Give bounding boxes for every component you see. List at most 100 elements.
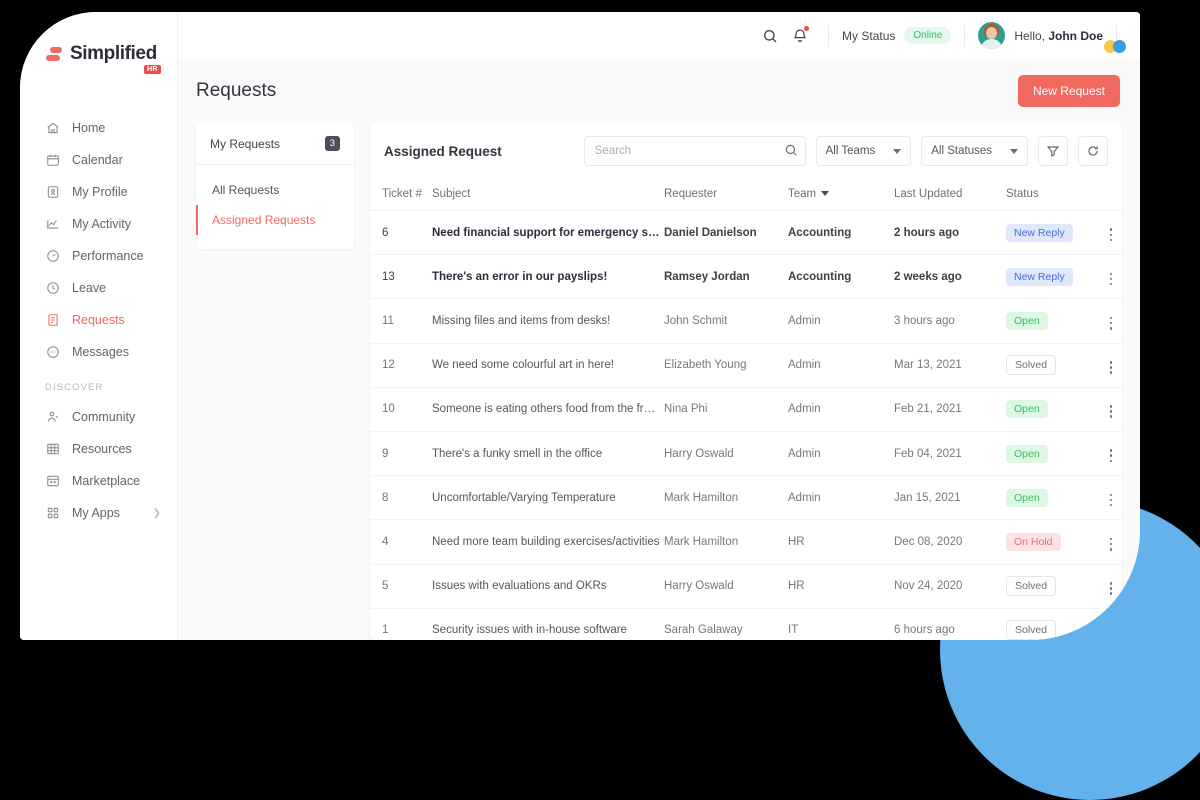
status-badge: Solved	[1006, 620, 1057, 640]
cell-status: Solved	[1006, 343, 1094, 388]
greeting-text: Hello,	[1014, 28, 1049, 43]
new-request-button[interactable]: New Request	[1017, 75, 1120, 107]
cell-subject[interactable]: Someone is eating others food from the f…	[432, 387, 664, 432]
cell-subject[interactable]: There's a funky smell in the office	[432, 431, 664, 477]
row-menu-icon[interactable]	[1108, 536, 1115, 553]
status-filter-select[interactable]: All Statuses	[921, 136, 1028, 166]
column-header-requester[interactable]: Requester	[664, 179, 788, 211]
row-menu-icon[interactable]	[1108, 359, 1115, 376]
table-row[interactable]: 5 Issues with evaluations and OKRs Harry O…	[370, 564, 1122, 609]
table-row[interactable]: 10 Someone is eating others food from the…	[370, 387, 1122, 432]
row-menu-icon[interactable]	[1108, 447, 1115, 464]
table-row[interactable]: 9 There's a funky smell in the office Harr…	[370, 431, 1122, 477]
gauge-icon	[45, 249, 60, 264]
cell-subject[interactable]: Uncomfortable/Varying Temperature	[432, 475, 664, 521]
sidebar-item-my-activity[interactable]: My Activity	[20, 208, 177, 240]
requests-subnav: My Requests 3 All Requests Assigned Requ…	[196, 123, 354, 640]
sidebar-item-leave[interactable]: Leave	[20, 272, 177, 304]
sidebar-item-calendar[interactable]: Calendar	[20, 144, 177, 176]
refresh-icon[interactable]	[1078, 136, 1108, 166]
cell-actions	[1094, 343, 1122, 388]
cell-status: On Hold	[1006, 519, 1094, 565]
my-requests-count-badge: 3	[324, 136, 340, 151]
row-menu-icon[interactable]	[1108, 403, 1115, 420]
table-row[interactable]: 4 Need more team building exercises/activ…	[370, 519, 1122, 565]
cell-subject[interactable]: Security issues with in-house software	[432, 608, 664, 640]
column-header-last-updated[interactable]: Last Updated	[894, 179, 1006, 211]
subnav-item-all-requests[interactable]: All Requests	[196, 175, 354, 205]
table-row[interactable]: 11 Missing files and items from desks! Joh…	[370, 298, 1122, 344]
notification-bell-icon[interactable]	[785, 21, 815, 51]
subnav-item-assigned-requests[interactable]: Assigned Requests	[196, 205, 354, 235]
activity-chart-icon	[45, 217, 60, 232]
status-badge: Open	[1006, 488, 1048, 507]
sidebar-item-resources[interactable]: Resources	[20, 433, 177, 465]
column-header-subject[interactable]: Subject	[432, 179, 664, 211]
chevron-down-icon	[1010, 148, 1018, 154]
column-header-ticket[interactable]: Ticket #	[370, 179, 432, 211]
cell-last-updated: 3 hours ago	[894, 298, 1006, 344]
table-row[interactable]: 1 Security issues with in-house software S…	[370, 608, 1122, 640]
sidebar-item-label: My Apps	[72, 506, 120, 520]
table-row[interactable]: 13 There's an error in our payslips! Ramse…	[370, 254, 1122, 300]
cell-actions	[1094, 298, 1122, 344]
table-row[interactable]: 12 We need some colourful art in here! Eli…	[370, 343, 1122, 388]
avatar	[978, 22, 1006, 49]
sidebar-item-my-profile[interactable]: My Profile	[20, 176, 177, 208]
funnel-filter-icon[interactable]	[1038, 136, 1068, 166]
sidebar-item-marketplace[interactable]: Marketplace	[20, 465, 177, 497]
cell-last-updated: Jan 15, 2021	[894, 475, 1006, 521]
sidebar-item-label: My Profile	[72, 185, 128, 199]
row-menu-icon[interactable]	[1108, 580, 1115, 597]
table-scroll-region[interactable]: Ticket # Subject Requester Team Last Upd…	[370, 179, 1122, 640]
cell-requester: Sarah Galaway	[664, 608, 788, 640]
cell-ticket: 8	[370, 475, 432, 521]
search-icon[interactable]	[784, 143, 798, 162]
cell-subject[interactable]: Issues with evaluations and OKRs	[432, 564, 664, 609]
table-row[interactable]: 8 Uncomfortable/Varying Temperature Mark H…	[370, 475, 1122, 521]
sidebar-item-messages[interactable]: Messages	[20, 336, 177, 368]
column-header-team[interactable]: Team	[788, 179, 894, 211]
sidebar-item-label: Community	[72, 410, 136, 424]
cell-ticket: 1	[370, 608, 432, 640]
sidebar-item-label: Performance	[72, 249, 144, 263]
sidebar-item-performance[interactable]: Performance	[20, 240, 177, 272]
cell-requester: Mark Hamilton	[664, 475, 788, 521]
row-menu-icon[interactable]	[1108, 226, 1115, 243]
table-title: Assigned Request	[384, 143, 502, 159]
search-input[interactable]	[583, 136, 806, 166]
cell-requester: Nina Phi	[664, 387, 788, 432]
cell-status: Open	[1006, 431, 1094, 477]
brand-logo[interactable]: Simplified HR	[20, 34, 177, 74]
column-header-status[interactable]: Status	[1006, 179, 1094, 211]
status-badge: Open	[1006, 444, 1048, 463]
sidebar-item-home[interactable]: Home	[20, 112, 177, 144]
row-menu-icon[interactable]	[1108, 271, 1115, 288]
cell-team: HR	[788, 519, 894, 565]
cell-subject[interactable]: Need financial support for emergency s…	[432, 210, 664, 256]
row-menu-icon[interactable]	[1108, 492, 1115, 509]
table-row[interactable]: 6 Need financial support for emergency s……	[370, 210, 1122, 256]
team-filter-select[interactable]: All Teams	[815, 136, 912, 166]
my-status[interactable]: My Status Online	[842, 27, 952, 44]
sidebar-item-requests[interactable]: Requests	[20, 304, 177, 336]
column-header-team-label: Team	[788, 188, 817, 200]
apps-grid-icon	[45, 506, 60, 521]
cell-subject[interactable]: Missing files and items from desks!	[432, 298, 664, 344]
search-icon[interactable]	[755, 21, 785, 51]
cell-last-updated: 2 hours ago	[894, 210, 1006, 256]
sidebar-item-community[interactable]: Community	[20, 401, 177, 433]
sidebar-nav: Home Calendar My Profile My Activity Per…	[20, 112, 177, 529]
user-menu[interactable]: Hello, John Doe	[978, 22, 1103, 49]
subnav-item-my-requests[interactable]: My Requests 3	[196, 123, 354, 165]
status-badge: Open	[1006, 311, 1048, 330]
cell-team: Admin	[788, 475, 894, 521]
cell-subject[interactable]: There's an error in our payslips!	[432, 254, 664, 300]
cell-actions	[1094, 254, 1122, 300]
row-menu-icon[interactable]	[1108, 315, 1115, 332]
cell-status: New Reply	[1006, 210, 1094, 256]
cell-requester: Daniel Danielson	[664, 210, 788, 256]
sidebar-item-my-apps[interactable]: My Apps ❯	[20, 497, 177, 529]
cell-subject[interactable]: We need some colourful art in here!	[432, 343, 664, 388]
cell-subject[interactable]: Need more team building exercises/activi…	[432, 519, 664, 565]
